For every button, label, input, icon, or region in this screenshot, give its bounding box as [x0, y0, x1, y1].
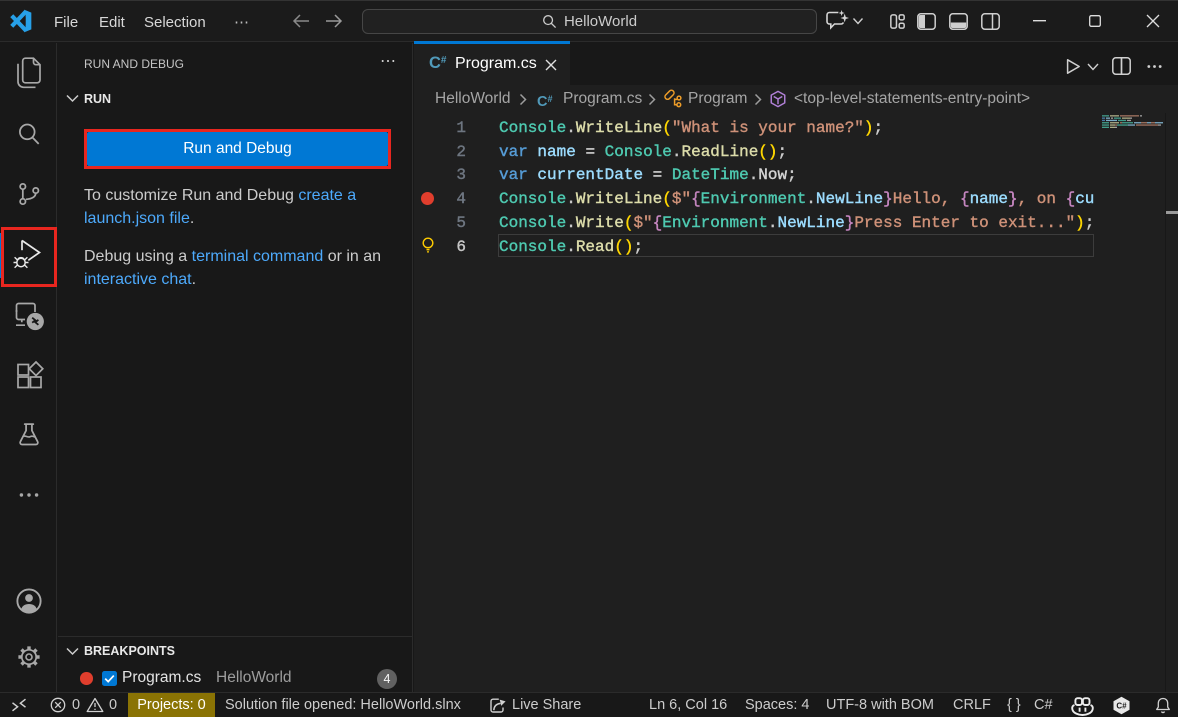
- svg-text:C#: C#: [1116, 701, 1127, 710]
